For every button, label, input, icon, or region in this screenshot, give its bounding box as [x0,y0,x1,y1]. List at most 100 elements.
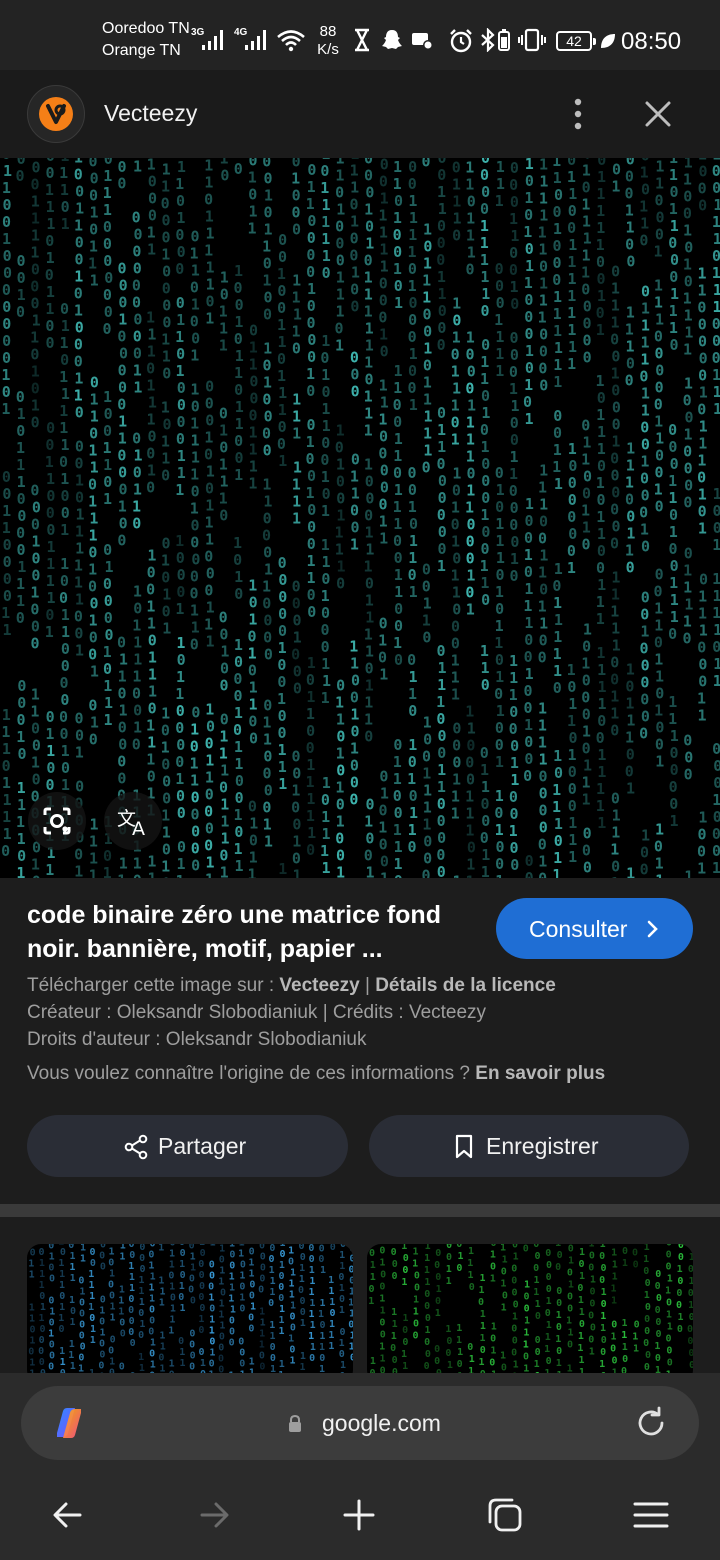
download-site-link[interactable]: Vecteezy [279,975,359,996]
svg-text:0: 0 [190,533,199,551]
svg-text:0: 0 [191,839,200,857]
svg-text:0: 0 [204,837,213,855]
svg-text:0: 0 [263,509,272,527]
svg-text:1: 1 [61,623,70,641]
svg-text:0: 0 [31,414,40,432]
url-text[interactable]: google.com [322,1409,441,1437]
svg-text:1: 1 [579,1271,585,1282]
svg-text:0: 0 [510,737,519,755]
svg-text:0: 0 [234,330,243,348]
svg-text:0: 0 [350,688,359,706]
reload-icon[interactable] [633,1405,669,1441]
svg-text:1: 1 [90,1335,96,1346]
svg-text:1: 1 [349,1244,353,1253]
svg-text:0: 0 [161,229,170,247]
lock-icon [289,1414,301,1432]
svg-text:1: 1 [60,181,69,199]
svg-text:1: 1 [90,1324,96,1335]
svg-text:1: 1 [611,1296,617,1307]
svg-text:1: 1 [452,328,461,346]
svg-text:0: 0 [177,379,186,397]
svg-text:0: 0 [162,841,171,859]
svg-text:1: 1 [307,280,316,298]
svg-text:1: 1 [568,831,577,849]
svg-text:1: 1 [206,463,215,481]
svg-text:1: 1 [393,753,402,771]
svg-text:1: 1 [248,611,257,629]
svg-text:1: 1 [80,1244,86,1254]
svg-text:1: 1 [596,236,605,254]
site-name[interactable]: Vecteezy [104,99,197,127]
svg-text:0: 0 [712,162,720,180]
svg-text:1: 1 [89,237,98,255]
more-options-button[interactable] [560,94,596,134]
menu-button[interactable] [629,1493,673,1537]
svg-text:1: 1 [538,308,547,326]
svg-text:1: 1 [365,336,374,354]
svg-text:0: 0 [644,1362,650,1373]
svg-text:1: 1 [320,842,329,860]
save-button[interactable]: Enregistrer [369,1115,689,1177]
svg-text:1: 1 [370,1260,376,1271]
forward-button[interactable] [192,1493,236,1537]
svg-text:1: 1 [364,625,373,643]
svg-text:0: 0 [408,311,417,329]
svg-text:1: 1 [539,546,548,564]
svg-text:1: 1 [698,604,707,622]
svg-text:1: 1 [364,693,373,711]
svg-text:0: 0 [31,261,40,279]
back-button[interactable] [46,1493,90,1537]
svg-text:0: 0 [687,1336,693,1347]
svg-text:1: 1 [524,716,533,734]
svg-text:1: 1 [568,236,577,254]
copilot-icon[interactable] [49,1403,89,1443]
svg-text:0: 0 [393,464,402,482]
svg-text:1: 1 [568,814,577,832]
svg-text:1: 1 [293,866,302,878]
svg-text:0: 0 [437,795,446,813]
lens-search-button[interactable] [28,792,86,850]
svg-text:0: 0 [108,1257,114,1268]
svg-text:0: 0 [270,1353,276,1364]
svg-text:0: 0 [17,745,26,763]
related-image-1[interactable]: 0001111010111010111011000000001010001010… [27,1244,353,1384]
svg-text:1: 1 [190,601,199,619]
svg-text:1: 1 [205,752,214,770]
close-button[interactable] [638,94,678,134]
svg-text:0: 0 [350,195,359,213]
svg-text:0: 0 [452,311,461,329]
svg-text:1: 1 [248,866,257,878]
svg-text:1: 1 [451,498,460,516]
new-tab-button[interactable] [337,1493,381,1537]
svg-text:1: 1 [422,815,431,833]
svg-text:1: 1 [234,466,243,484]
svg-text:1: 1 [597,440,606,458]
license-details-link[interactable]: Détails de la licence [375,975,556,996]
share-button[interactable]: Partager [27,1115,348,1177]
svg-text:1: 1 [611,433,620,451]
svg-text:1: 1 [364,200,373,218]
svg-text:0: 0 [379,173,388,191]
translate-button[interactable]: 文 A [104,792,162,850]
svg-text:0: 0 [490,1262,496,1273]
svg-text:0: 0 [208,1281,214,1292]
svg-text:0: 0 [407,838,416,856]
svg-text:1: 1 [423,594,432,612]
svg-text:0: 0 [48,1362,54,1373]
svg-text:0: 0 [119,515,128,533]
svg-text:0: 0 [204,446,213,464]
result-image[interactable]: 1011001000000010100110000111110111101101… [0,158,720,878]
site-logo[interactable] [27,85,85,143]
svg-text:1: 1 [379,666,388,684]
svg-text:1: 1 [365,676,374,694]
svg-text:0: 0 [712,842,720,860]
consult-button[interactable]: Consulter [496,898,693,959]
tabs-button[interactable] [483,1493,527,1537]
related-image-2[interactable]: 0001101100000100110011010001110001001010… [367,1244,693,1384]
svg-text:1: 1 [490,1274,496,1285]
learn-more-link[interactable]: En savoir plus [475,1063,605,1084]
address-bar[interactable]: google.com [21,1386,699,1460]
svg-text:1: 1 [684,374,693,392]
result-title[interactable]: code binaire zéro une matrice fond noir.… [27,898,477,966]
svg-text:1: 1 [2,740,11,758]
